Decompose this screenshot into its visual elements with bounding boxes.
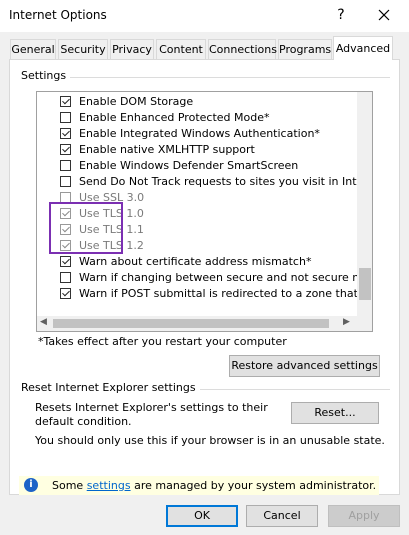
tab-programs[interactable]: Programs: [278, 39, 332, 59]
tab-content[interactable]: Content: [156, 39, 206, 59]
title-bar: Internet Options ?: [0, 0, 409, 32]
setting-label: Enable Enhanced Protected Mode*: [79, 111, 270, 124]
vertical-scroll-thumb[interactable]: [359, 268, 371, 300]
tab-security[interactable]: Security: [58, 39, 108, 59]
setting-label: Warn if changing between secure and not …: [79, 271, 373, 284]
setting-label: Enable DOM Storage: [79, 95, 194, 108]
setting-label: Warn about certificate address mismatch*: [79, 255, 312, 268]
tab-privacy[interactable]: Privacy: [110, 39, 154, 59]
scrollbar-corner: [357, 316, 372, 331]
setting-label: Warn if POST submittal is redirected to …: [79, 287, 373, 300]
setting-checkbox[interactable]: [60, 176, 71, 187]
restart-footnote: *Takes effect after you restart your com…: [38, 335, 287, 348]
setting-checkbox[interactable]: [60, 256, 71, 267]
settings-link[interactable]: settings: [87, 479, 131, 492]
setting-label: Send Do Not Track requests to sites you …: [79, 175, 373, 188]
window-title: Internet Options: [9, 8, 107, 22]
reset-group-label: Reset Internet Explorer settings: [21, 381, 200, 394]
scroll-left-icon[interactable]: ◀: [40, 317, 47, 327]
reset-warning: You should only use this if your browser…: [35, 434, 385, 447]
tab-general[interactable]: General: [10, 39, 56, 59]
setting-checkbox[interactable]: [60, 96, 71, 107]
reset-button[interactable]: Reset...: [291, 402, 379, 424]
scroll-right-icon[interactable]: ▶: [343, 317, 350, 327]
close-icon[interactable]: [372, 5, 396, 25]
ok-button[interactable]: OK: [166, 505, 238, 527]
info-text-after: are managed by your system administrator…: [130, 479, 377, 492]
settings-divider: [22, 77, 390, 78]
setting-checkbox[interactable]: [60, 288, 71, 299]
setting-checkbox[interactable]: [60, 272, 71, 283]
cancel-button[interactable]: Cancel: [246, 505, 318, 527]
setting-checkbox[interactable]: [60, 128, 71, 139]
setting-checkbox[interactable]: [60, 112, 71, 123]
tab-connections[interactable]: Connections: [208, 39, 277, 59]
setting-checkbox[interactable]: [60, 160, 71, 171]
setting-label: Enable Windows Defender SmartScreen: [79, 159, 299, 172]
setting-checkbox[interactable]: [60, 144, 71, 155]
setting-label: Enable native XMLHTTP support: [79, 143, 255, 156]
horizontal-scroll-thumb[interactable]: [53, 319, 329, 328]
apply-button[interactable]: Apply: [328, 505, 400, 527]
admin-info-bar: i Some settings are managed by your syst…: [19, 476, 379, 495]
info-text-before: Some: [52, 479, 87, 492]
settings-group-label: Settings: [21, 69, 71, 82]
tls-highlight-box: [49, 202, 123, 254]
admin-info-text: Some settings are managed by your system…: [52, 479, 376, 492]
tab-advanced[interactable]: Advanced: [333, 36, 393, 60]
restore-advanced-settings-button[interactable]: Restore advanced settings: [229, 355, 380, 377]
help-button[interactable]: ?: [331, 5, 351, 25]
setting-label: Enable Integrated Windows Authentication…: [79, 127, 320, 140]
info-icon: i: [24, 478, 38, 492]
reset-description: Resets Internet Explorer's settings to t…: [35, 401, 268, 428]
